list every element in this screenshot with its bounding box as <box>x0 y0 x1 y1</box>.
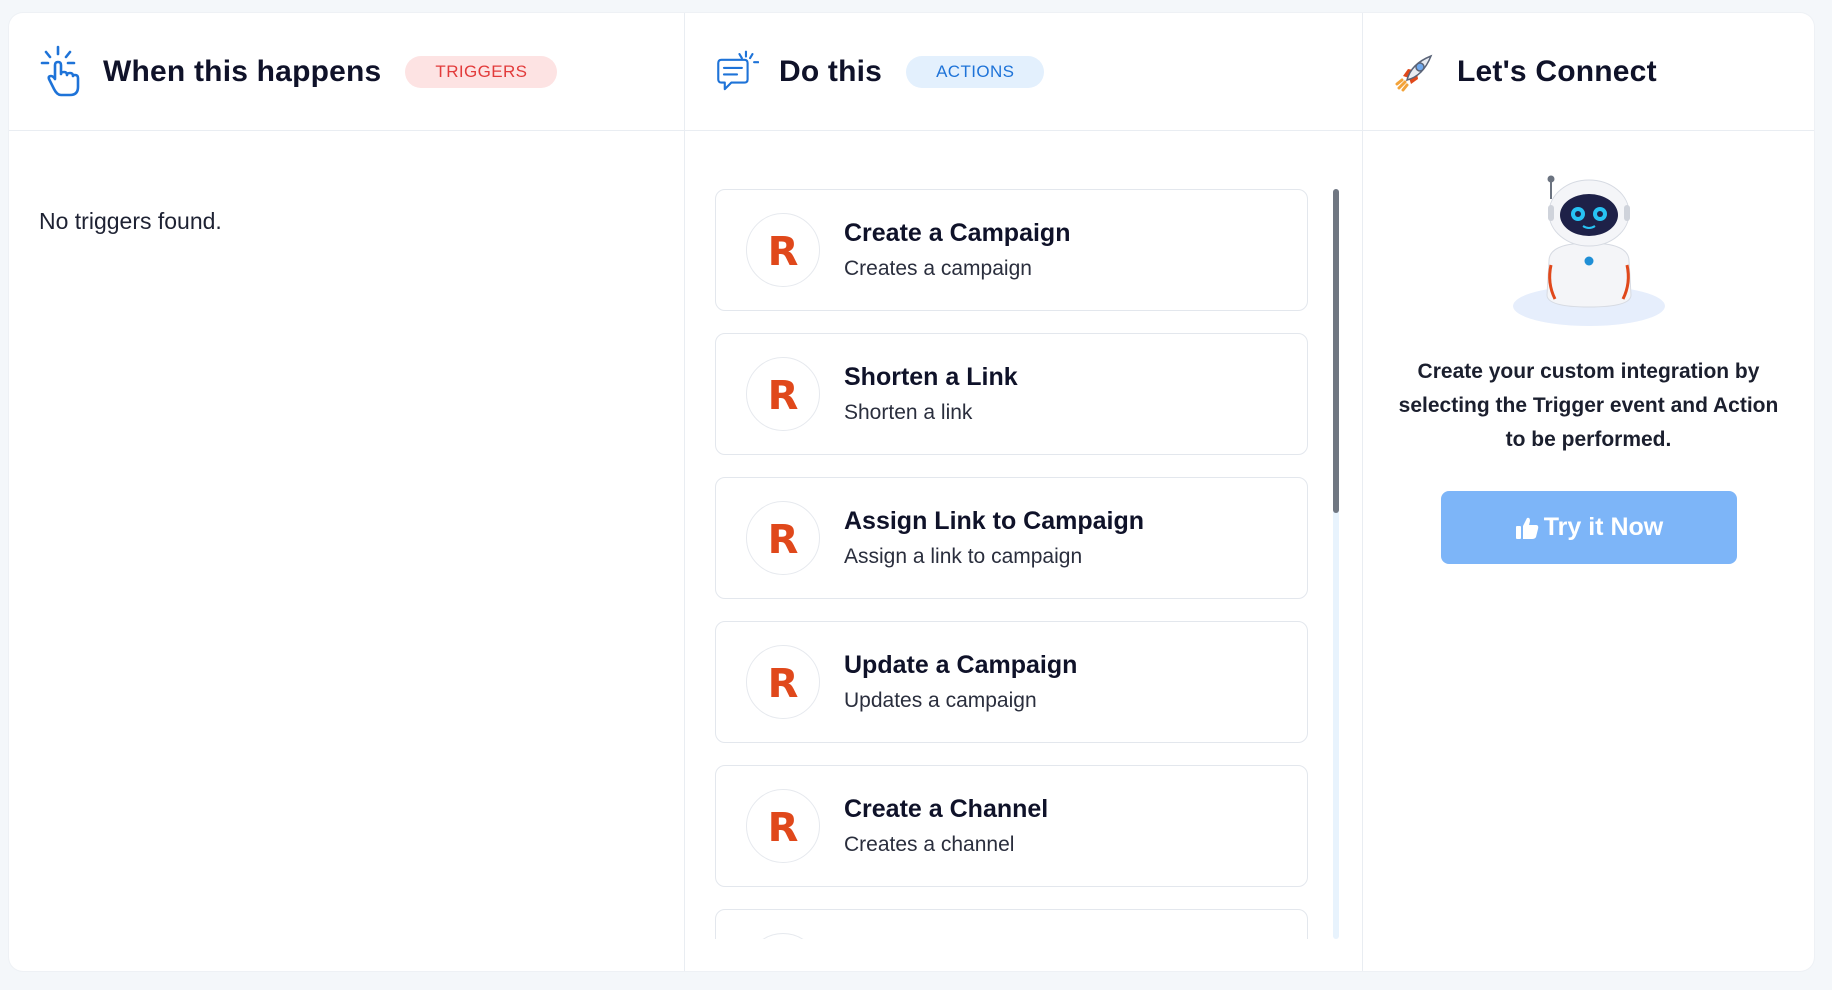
action-title: Update a Campaign <box>844 651 1078 679</box>
action-title: Create a Channel <box>844 795 1049 823</box>
thumbs-up-icon <box>1514 515 1540 541</box>
app-logo-icon <box>746 933 820 939</box>
action-card-partial[interactable] <box>715 909 1308 939</box>
actions-header: Do this ACTIONS <box>685 13 1362 131</box>
chat-message-icon <box>715 45 759 99</box>
app-logo-icon: R <box>746 501 820 575</box>
app-logo-icon: R <box>746 357 820 431</box>
action-description: Shorten a link <box>844 401 973 424</box>
action-title: Assign Link to Campaign <box>844 507 1145 535</box>
actions-scrollbar[interactable] <box>1333 189 1339 939</box>
action-card-update-campaign[interactable]: R Update a Campaign Updates a campaign <box>715 621 1308 743</box>
action-description: Updates a campaign <box>844 689 1037 712</box>
actions-badge: ACTIONS <box>906 55 1045 88</box>
svg-text:R: R <box>768 805 799 849</box>
actions-list: R Create a Campaign Creates a campaign R… <box>715 189 1310 939</box>
action-card-shorten-link[interactable]: R Shorten a Link Shorten a link <box>715 333 1308 455</box>
no-triggers-message: No triggers found. <box>39 208 222 234</box>
connect-body: Create your custom integration by select… <box>1363 131 1814 564</box>
scrollbar-thumb[interactable] <box>1333 189 1339 513</box>
triggers-title: When this happens <box>103 54 382 88</box>
connect-panel: Let's Connect Create your custom integra… <box>1363 13 1814 971</box>
app-logo-icon: R <box>746 789 820 863</box>
action-description: Creates a campaign <box>844 257 1032 280</box>
svg-text:R: R <box>768 373 799 417</box>
action-description: Creates a channel <box>844 833 1015 856</box>
action-title: Shorten a Link <box>844 363 1018 391</box>
connect-title: Let's Connect <box>1457 54 1657 88</box>
svg-text:R: R <box>768 517 799 561</box>
actions-panel: Do this ACTIONS R Create a Campaign Crea… <box>685 13 1363 971</box>
action-card-create-channel[interactable]: R Create a Channel Creates a channel <box>715 765 1308 887</box>
connect-description: Create your custom integration by select… <box>1398 360 1779 451</box>
integration-builder: When this happens TRIGGERS No triggers f… <box>9 13 1814 971</box>
app-logo-icon: R <box>746 213 820 287</box>
action-card-create-campaign[interactable]: R Create a Campaign Creates a campaign <box>715 189 1308 311</box>
action-title: Create a Campaign <box>844 219 1071 247</box>
connect-header: Let's Connect <box>1363 13 1814 131</box>
actions-body: R Create a Campaign Creates a campaign R… <box>685 131 1362 939</box>
triggers-header: When this happens TRIGGERS <box>9 13 684 131</box>
svg-text:R: R <box>768 229 799 273</box>
rocket-icon <box>1393 45 1437 99</box>
action-card-assign-link[interactable]: R Assign Link to Campaign Assign a link … <box>715 477 1308 599</box>
action-description: Assign a link to campaign <box>844 545 1083 568</box>
app-logo-icon: R <box>746 645 820 719</box>
triggers-badge: TRIGGERS <box>405 55 558 88</box>
triggers-panel: When this happens TRIGGERS No triggers f… <box>9 13 685 971</box>
actions-title: Do this <box>779 54 883 88</box>
try-it-now-label: Try it Now <box>1543 513 1664 541</box>
try-it-now-button[interactable]: Try it Now <box>1440 491 1737 564</box>
hand-pointer-click-icon <box>39 45 83 99</box>
robot-illustration <box>1509 171 1669 331</box>
svg-text:R: R <box>768 661 799 705</box>
